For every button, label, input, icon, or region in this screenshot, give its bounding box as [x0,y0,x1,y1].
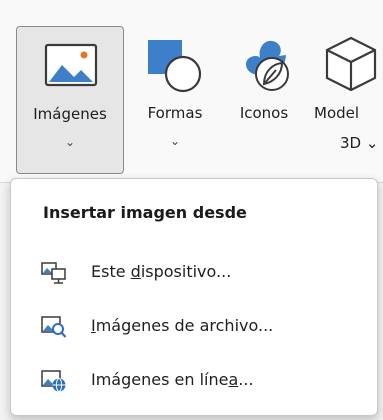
menu-item-online-images-label: Imágenes en línea... [91,370,254,389]
3d-models-button-label-line2: 3D ⌄ [340,134,379,152]
menu-item-this-device-label-post: ispositivo... [140,262,232,281]
menu-item-online-images-accel: a [228,370,239,389]
images-button-label: Imágenes [33,105,107,123]
3d-models-button-label: Model [314,104,360,122]
menu-item-online-images-label-pre: Imágenes en líne [91,370,229,389]
icons-button-label: Iconos [239,104,289,122]
insert-ribbon: Imágenes ⌄ Formas ⌄ Iconos Model 3D ⌄ [0,0,383,182]
icons-button[interactable]: Iconos [222,26,306,174]
chevron-down-icon: ⌄ [64,135,76,149]
images-button[interactable]: Imágenes ⌄ [16,26,124,174]
menu-item-this-device-label-pre: Este [91,262,131,281]
menu-item-online-images[interactable]: Imágenes en línea... [11,357,377,405]
shapes-button-label: Formas [147,104,203,122]
menu-item-stock-images[interactable]: Imágenes de archivo... [11,303,377,351]
stock-image-search-icon [41,315,67,343]
menu-item-stock-images-label: Imágenes de archivo... [91,316,273,335]
shapes-icon [145,36,207,98]
menu-item-stock-images-label-post: mágenes de archivo... [95,316,274,335]
icons-icon [236,34,294,98]
menu-item-this-device-accel: d [130,262,141,281]
device-image-icon [41,261,67,289]
cube-icon [322,34,380,98]
menu-title: Insertar imagen desde [43,203,247,222]
menu-item-this-device[interactable]: Este dispositivo... [11,249,377,297]
shapes-button[interactable]: Formas ⌄ [130,26,220,174]
chevron-down-icon: ⌄ [169,134,181,148]
menu-item-this-device-label: Este dispositivo... [91,262,231,281]
3d-models-button[interactable]: Model 3D ⌄ [312,26,383,174]
picture-icon [44,43,98,91]
menu-item-online-images-label-post: ... [238,370,254,389]
online-image-icon [41,369,67,397]
insert-image-dropdown: Insertar imagen desde Este dispositivo..… [10,178,378,416]
